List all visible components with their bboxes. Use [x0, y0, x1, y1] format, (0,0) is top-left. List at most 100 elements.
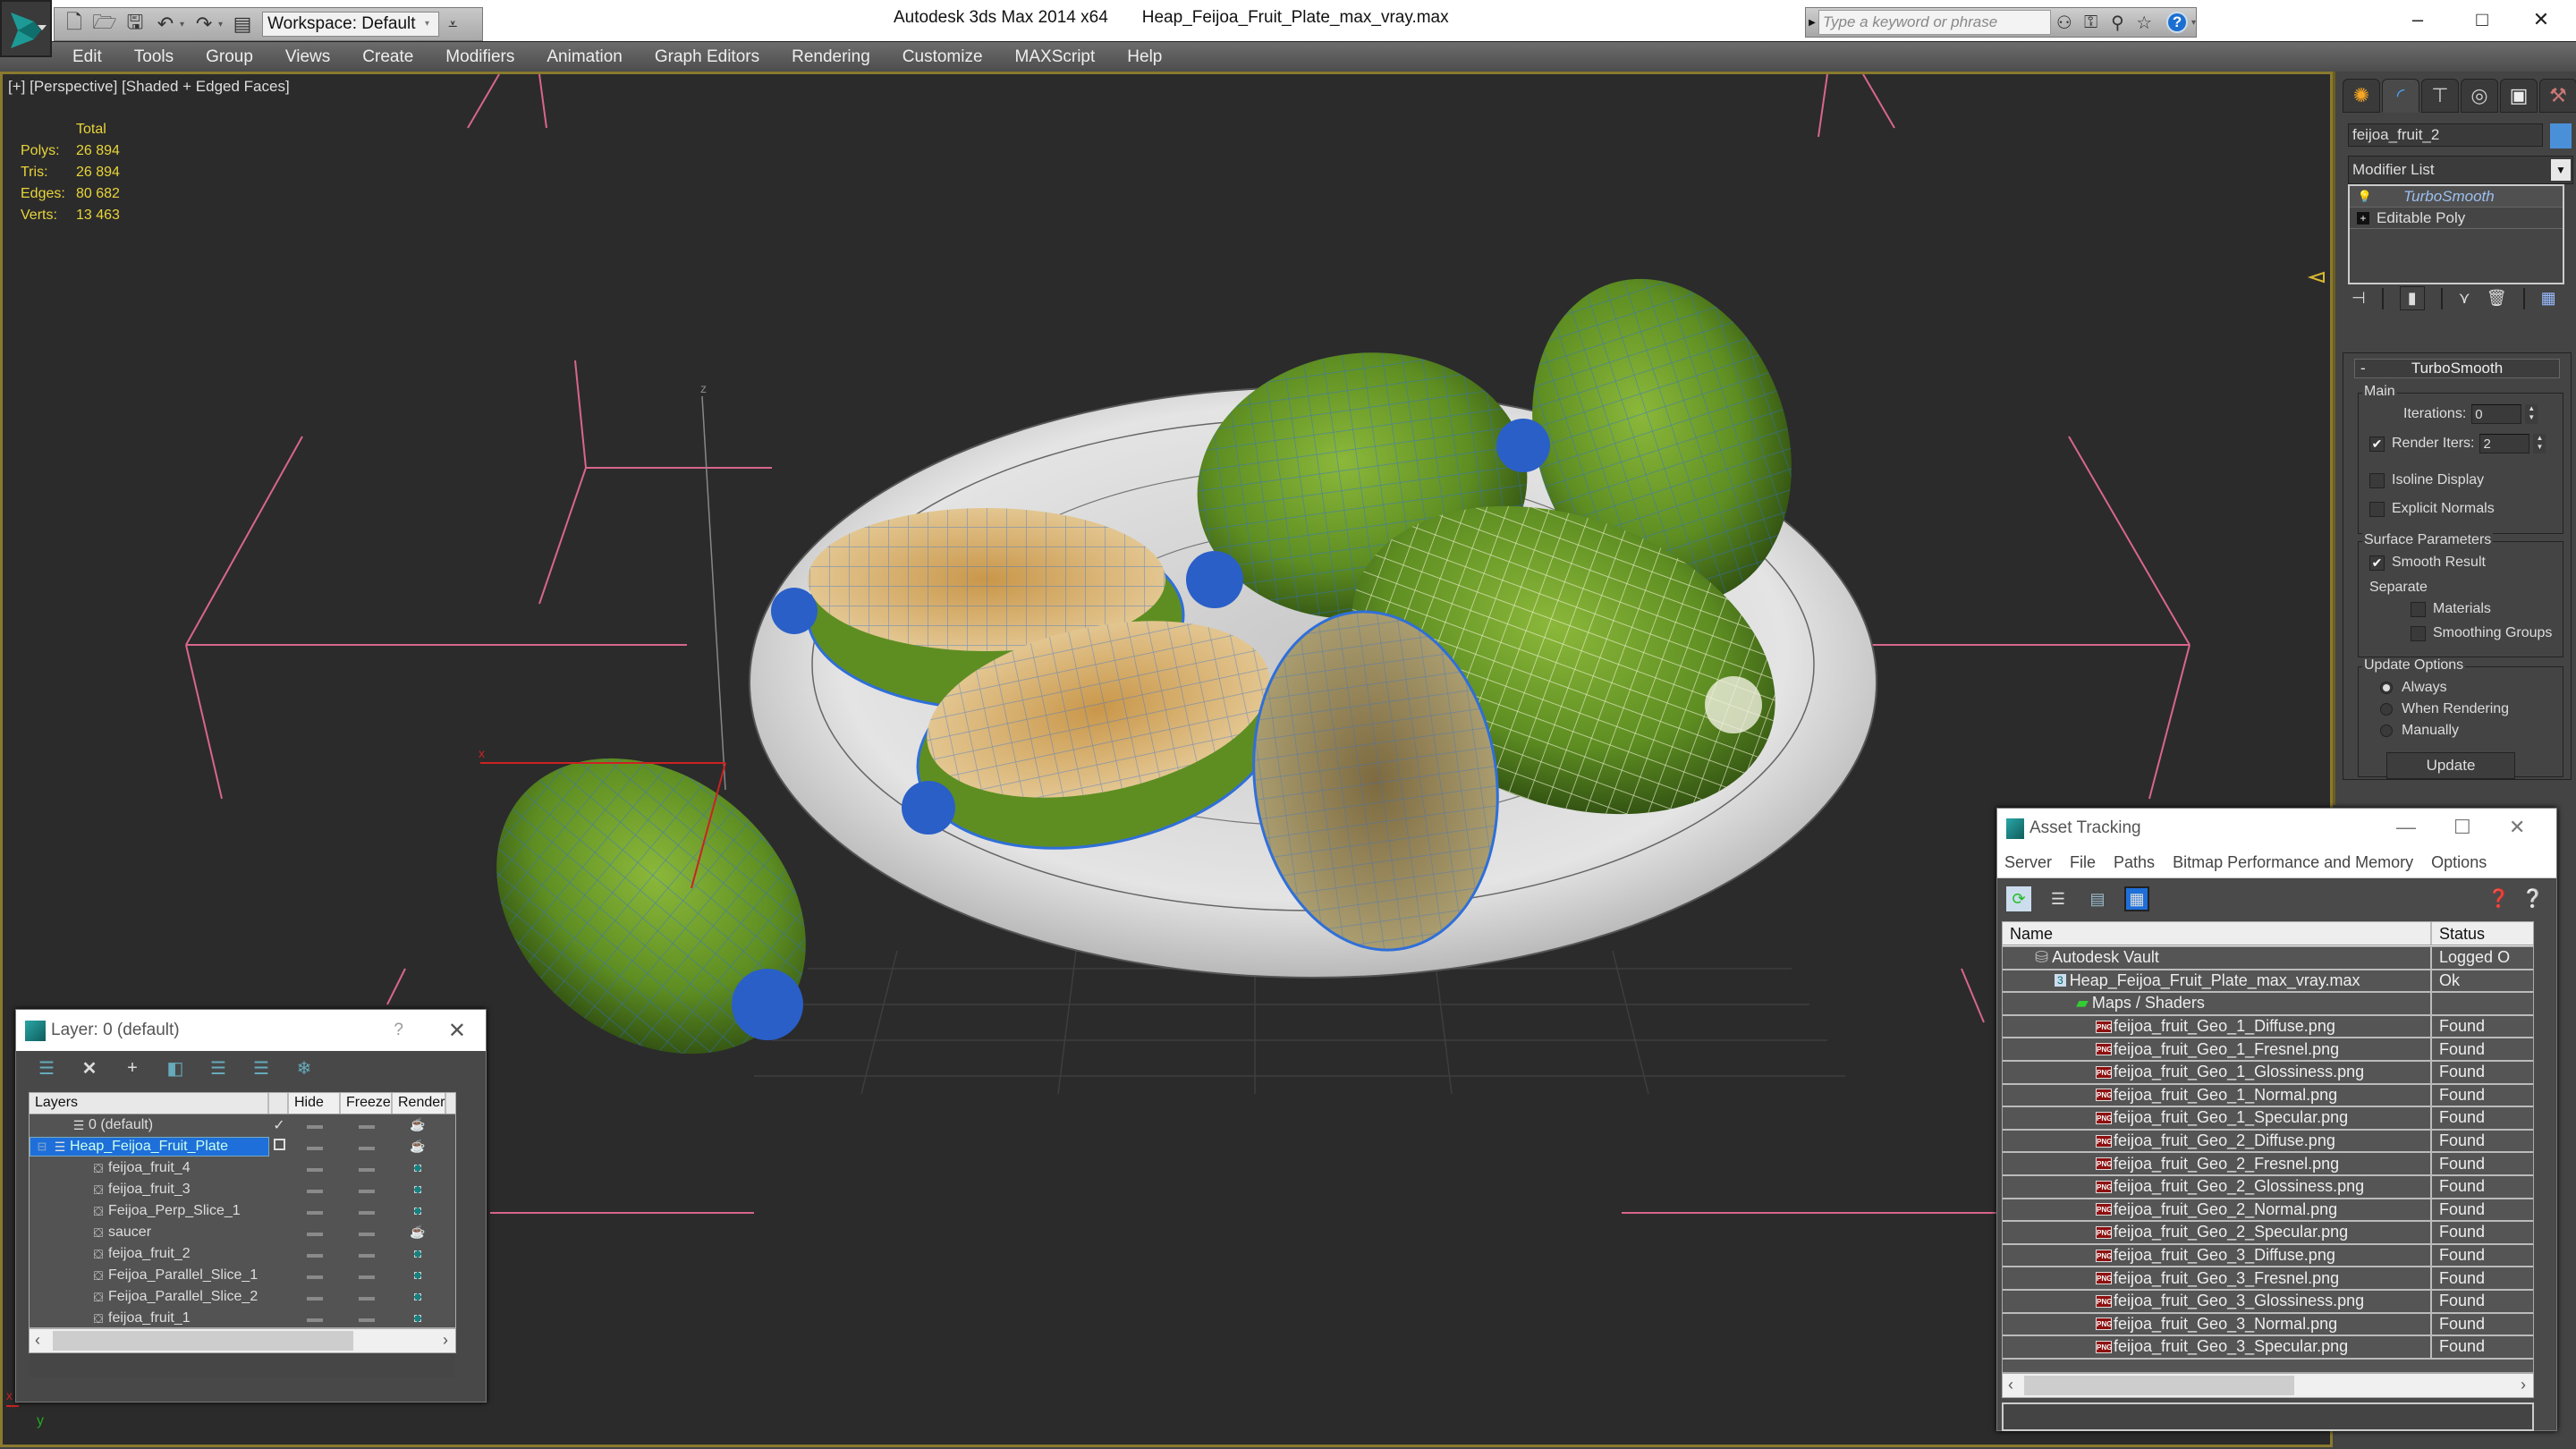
stack-item-editable-poly[interactable]: + Editable Poly [2350, 208, 2563, 229]
hide-toggle[interactable] [307, 1297, 323, 1301]
layer-object-row[interactable]: ⛋ feijoa_fruit_1 [30, 1308, 455, 1329]
star-icon[interactable]: ☆ [2131, 12, 2157, 34]
object-name-field[interactable] [2348, 123, 2543, 147]
tab-motion[interactable]: ◎ [2461, 79, 2498, 113]
hide-toggle[interactable] [307, 1275, 323, 1279]
layer-object-row[interactable]: ⛋ feijoa_fruit_3 [30, 1179, 455, 1200]
create-layer-icon[interactable]: ☰ [36, 1057, 57, 1080]
asset-row[interactable]: PNG feijoa_fruit_Geo_3_Fresnel.png Found [2003, 1267, 2533, 1291]
freeze-toggle[interactable] [359, 1275, 375, 1279]
menu-maxscript[interactable]: MAXScript [1015, 47, 1096, 67]
asset-row[interactable]: PNG feijoa_fruit_Geo_3_Glossiness.png Foun… [2003, 1290, 2533, 1314]
render-iters-checkbox[interactable]: ✔ [2369, 436, 2385, 452]
hide-toggle[interactable] [307, 1147, 323, 1150]
asset-path-status-field[interactable] [2002, 1402, 2534, 1431]
object-color-swatch[interactable] [2550, 123, 2572, 148]
collapse-tree-icon[interactable]: ⊟ [34, 1140, 50, 1154]
iterations-field[interactable] [2471, 404, 2522, 424]
smooth-result-checkbox[interactable]: ✔ [2369, 555, 2385, 571]
table-view-icon[interactable]: ▦ [2124, 886, 2149, 911]
satellite-dish-icon[interactable]: ⚲ [2105, 12, 2131, 34]
asset-row[interactable]: ⛁ Autodesk Vault Logged O [2003, 947, 2533, 970]
render-dot-icon[interactable] [414, 1165, 421, 1172]
layer-row[interactable]: ☰ 0 (default) ✓ ☕ [30, 1114, 455, 1136]
hide-unhide-all-icon[interactable]: ☰ [250, 1057, 272, 1080]
scroll-left-icon[interactable]: ‹ [35, 1331, 40, 1350]
menu-views[interactable]: Views [285, 47, 330, 67]
menu-group[interactable]: Group [206, 47, 253, 67]
asset-row[interactable]: PNG feijoa_fruit_Geo_2_Diffuse.png Found [2003, 1130, 2533, 1154]
hide-toggle[interactable] [307, 1168, 323, 1172]
freeze-toggle[interactable] [359, 1168, 375, 1172]
maximize-button[interactable]: ☐ [2453, 816, 2471, 839]
current-layer-check-icon[interactable]: ✓ [273, 1118, 284, 1133]
radio-button[interactable] [2380, 724, 2393, 737]
help-icon[interactable]: ? [2166, 12, 2188, 33]
menu-tools[interactable]: Tools [134, 47, 174, 67]
radio-manually[interactable]: Manually [2380, 723, 2459, 739]
hide-toggle[interactable] [307, 1211, 323, 1215]
stack-item-turbosmooth[interactable]: 💡 TurboSmooth [2350, 186, 2563, 208]
asset-row[interactable]: PNG feijoa_fruit_Geo_2_Specular.png Found [2003, 1222, 2533, 1245]
hide-toggle[interactable] [307, 1233, 323, 1236]
modifier-list-dropdown[interactable]: Modifier List ▼ [2348, 156, 2573, 184]
hide-toggle[interactable] [307, 1190, 323, 1193]
render-dot-icon[interactable] [414, 1186, 421, 1193]
explicit-normals-checkbox[interactable] [2369, 501, 2385, 517]
freeze-toggle[interactable] [359, 1233, 375, 1236]
project-folder-icon[interactable]: ▤ [232, 13, 253, 35]
redo-icon[interactable]: ↷ [193, 13, 215, 35]
asset-menu-bitmap-performance[interactable]: Bitmap Performance and Memory [2173, 853, 2413, 872]
tab-utilities[interactable]: ⚒ [2539, 79, 2576, 113]
menu-rendering[interactable]: Rendering [792, 47, 870, 67]
layer-object-row[interactable]: ⛋ Feijoa_Perp_Slice_1 [30, 1200, 455, 1222]
workspace-dropdown[interactable]: Workspace: Default ▾ [262, 12, 440, 37]
search-input[interactable] [1818, 10, 2051, 35]
show-end-result-icon[interactable]: ▮ [2399, 286, 2425, 310]
scroll-right-icon[interactable]: › [2521, 1376, 2526, 1394]
scrollbar-thumb[interactable] [53, 1331, 353, 1351]
open-folder-icon[interactable]: 🗁 [92, 11, 116, 35]
column-header-current[interactable] [269, 1093, 289, 1114]
tab-hierarchy[interactable]: ⊤ [2421, 79, 2459, 113]
asset-row[interactable]: PNG feijoa_fruit_Geo_2_Glossiness.png Foun… [2003, 1175, 2533, 1199]
freeze-toggle[interactable] [359, 1147, 375, 1150]
redo-dropdown-icon[interactable]: ▾ [218, 20, 223, 30]
render-dot-icon[interactable] [414, 1315, 421, 1322]
asset-menu-server[interactable]: Server [2004, 853, 2052, 872]
set-current-layer-checkbox[interactable] [273, 1139, 285, 1150]
asset-row[interactable]: PNG feijoa_fruit_Geo_1_Glossiness.png Foun… [2003, 1061, 2533, 1085]
asset-menu-options[interactable]: Options [2431, 853, 2487, 872]
freeze-toggle[interactable] [359, 1211, 375, 1215]
new-file-icon[interactable]: 🗋 [64, 11, 85, 35]
menu-create[interactable]: Create [362, 47, 413, 67]
render-dot-icon[interactable] [414, 1293, 421, 1301]
freeze-toggle[interactable] [359, 1190, 375, 1193]
minimize-button[interactable]: – [2397, 4, 2438, 36]
menu-modifiers[interactable]: Modifiers [445, 47, 514, 67]
column-header-name[interactable]: Name [2003, 922, 2432, 945]
asset-row[interactable]: PNG feijoa_fruit_Geo_3_Normal.png Found [2003, 1313, 2533, 1337]
column-header-freeze[interactable]: Freeze [341, 1093, 393, 1114]
smoothing-groups-checkbox[interactable] [2411, 625, 2426, 641]
key-icon[interactable]: ⚿ [2078, 13, 2105, 33]
render-iters-spinner[interactable]: ▲ ▼ [2533, 434, 2546, 453]
render-teapot-icon[interactable]: ☕ [410, 1224, 425, 1239]
rollout-header[interactable]: - TurboSmooth [2354, 359, 2560, 378]
refresh-icon[interactable]: ⟳ [2006, 886, 2031, 911]
scroll-left-icon[interactable]: ‹ [2008, 1376, 2013, 1394]
scrollbar-thumb[interactable] [2024, 1376, 2294, 1395]
asset-row[interactable]: PNG feijoa_fruit_Geo_3_Diffuse.png Found [2003, 1244, 2533, 1268]
radio-button[interactable] [2380, 682, 2393, 694]
viewport-label-menu[interactable]: [+] [Perspective] [Shaded + Edged Faces] [8, 78, 290, 96]
column-header-status[interactable]: Status [2432, 922, 2485, 945]
panel-collapse-arrow-icon[interactable] [2307, 271, 2325, 284]
render-dot-icon[interactable] [414, 1250, 421, 1258]
layer-object-row[interactable]: ⛋ saucer ☕ [30, 1222, 455, 1243]
asset-row[interactable]: PNG feijoa_fruit_Geo_3_Specular.png Found [2003, 1336, 2533, 1360]
asset-row[interactable]: PNG feijoa_fruit_Geo_2_Normal.png Found [2003, 1199, 2533, 1223]
layer-object-row[interactable]: ⛋ Feijoa_Parallel_Slice_1 [30, 1265, 455, 1286]
update-button[interactable]: Update [2386, 752, 2515, 779]
freeze-toggle[interactable] [359, 1125, 375, 1129]
tab-display[interactable]: ▣ [2500, 79, 2538, 113]
